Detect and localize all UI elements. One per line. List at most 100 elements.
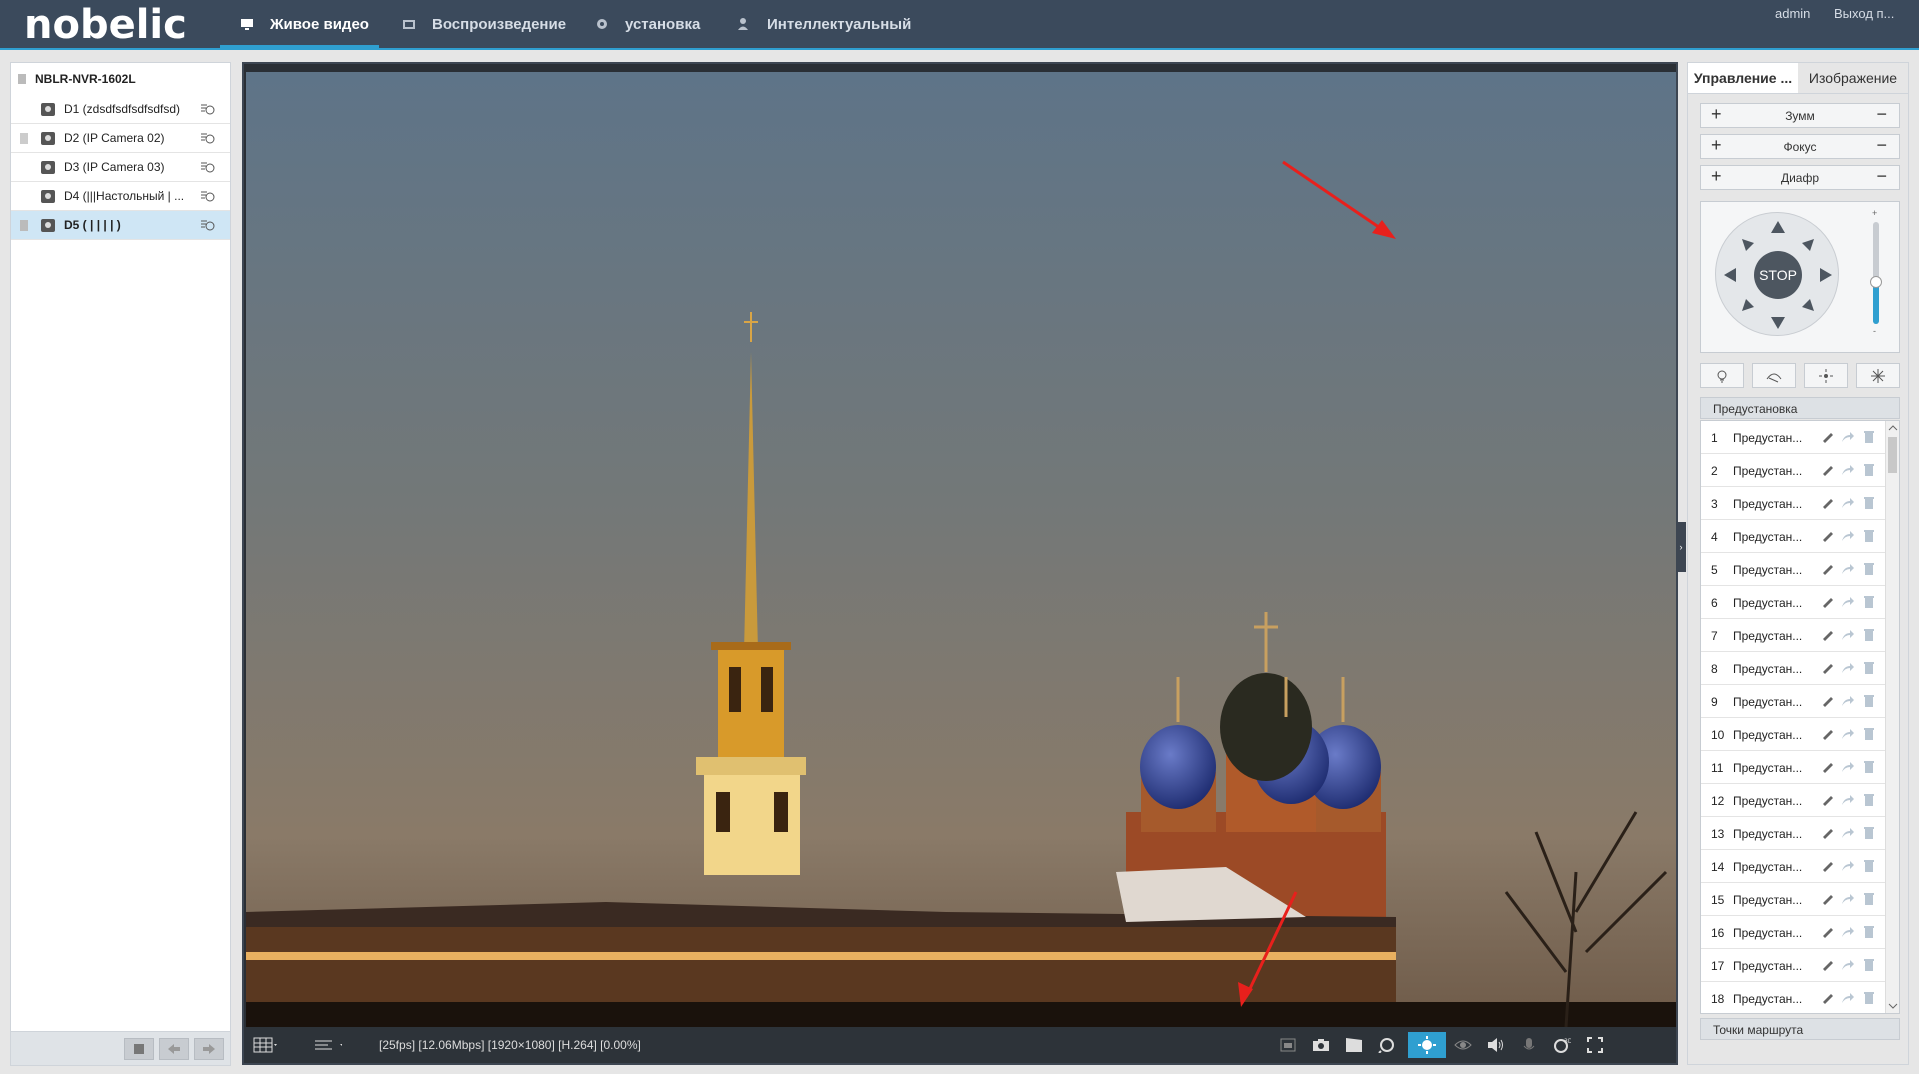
trash-icon[interactable] — [1863, 463, 1875, 476]
light-button[interactable] — [1700, 363, 1744, 388]
call-preset-icon[interactable] — [1841, 695, 1855, 707]
device-item-d1[interactable]: D1 (zdsdfsdfsdfsdfsd) — [11, 95, 230, 124]
call-preset-icon[interactable] — [1841, 629, 1855, 641]
scroll-down-icon[interactable] — [1886, 1001, 1900, 1011]
call-preset-icon[interactable] — [1841, 893, 1855, 905]
pencil-icon[interactable] — [1821, 695, 1835, 707]
username[interactable]: admin — [1775, 6, 1810, 21]
call-preset-icon[interactable] — [1841, 926, 1855, 938]
digital-zoom-button[interactable] — [1373, 1032, 1401, 1058]
fullscreen-button[interactable] — [1581, 1032, 1609, 1058]
call-preset-icon[interactable] — [1841, 827, 1855, 839]
preset-row[interactable]: 4 Предустан... — [1701, 520, 1899, 553]
pencil-icon[interactable] — [1821, 827, 1835, 839]
pencil-icon[interactable] — [1821, 662, 1835, 674]
preset-row[interactable]: 17 Предустан... — [1701, 949, 1899, 982]
audio-button[interactable] — [1482, 1032, 1510, 1058]
call-preset-icon[interactable] — [1841, 992, 1855, 1004]
zoom-in-button[interactable]: + — [1711, 104, 1722, 125]
collapse-panel-button[interactable]: › — [1676, 522, 1686, 572]
pencil-icon[interactable] — [1821, 860, 1835, 872]
direction-dial[interactable]: STOP — [1715, 212, 1839, 336]
trash-icon[interactable] — [1863, 727, 1875, 740]
trash-icon[interactable] — [1863, 562, 1875, 575]
iris-minus-button[interactable]: − — [1876, 166, 1887, 187]
speed-slider-handle[interactable] — [1870, 276, 1882, 288]
trash-icon[interactable] — [1863, 595, 1875, 608]
trash-icon[interactable] — [1863, 892, 1875, 905]
trash-icon[interactable] — [1863, 430, 1875, 443]
fisheye-button[interactable] — [1449, 1032, 1477, 1058]
pencil-icon[interactable] — [1821, 530, 1835, 542]
record-icon[interactable] — [200, 218, 216, 232]
pencil-icon[interactable] — [1821, 464, 1835, 476]
next-page-button[interactable] — [194, 1038, 224, 1060]
trash-icon[interactable] — [1863, 925, 1875, 938]
scroll-up-icon[interactable] — [1886, 423, 1900, 433]
pencil-icon[interactable] — [1821, 893, 1835, 905]
preset-row[interactable]: 14 Предустан... — [1701, 850, 1899, 883]
device-item-d5[interactable]: D5 ( | | | | ) — [11, 211, 230, 240]
call-preset-icon[interactable] — [1841, 431, 1855, 443]
preset-row[interactable]: 12 Предустан... — [1701, 784, 1899, 817]
preset-row[interactable]: 6 Предустан... — [1701, 586, 1899, 619]
call-preset-icon[interactable] — [1841, 497, 1855, 509]
3d-zoom-button[interactable]: 3D — [1548, 1032, 1576, 1058]
record-clip-button[interactable] — [1340, 1032, 1368, 1058]
trash-icon[interactable] — [1863, 694, 1875, 707]
call-preset-icon[interactable] — [1841, 794, 1855, 806]
preset-scrollbar[interactable] — [1885, 421, 1899, 1013]
record-icon[interactable] — [200, 189, 216, 203]
pencil-icon[interactable] — [1821, 794, 1835, 806]
preset-row[interactable]: 18 Предустан... — [1701, 982, 1899, 1013]
trash-icon[interactable] — [1863, 991, 1875, 1004]
tab-intelligent[interactable]: Интеллектуальный — [737, 0, 911, 48]
trash-icon[interactable] — [1863, 628, 1875, 641]
pencil-icon[interactable] — [1821, 992, 1835, 1004]
call-preset-icon[interactable] — [1841, 464, 1855, 476]
scroll-thumb[interactable] — [1888, 437, 1897, 473]
talk-button[interactable] — [1515, 1032, 1543, 1058]
focus-minus-button[interactable]: − — [1876, 135, 1887, 156]
preset-row[interactable]: 5 Предустан... — [1701, 553, 1899, 586]
preset-row[interactable]: 3 Предустан... — [1701, 487, 1899, 520]
ptz-control-button[interactable] — [1408, 1032, 1446, 1058]
window-mode-button[interactable] — [1274, 1032, 1302, 1058]
call-preset-icon[interactable] — [1841, 662, 1855, 674]
wiper-button[interactable] — [1752, 363, 1796, 388]
call-preset-icon[interactable] — [1841, 596, 1855, 608]
pencil-icon[interactable] — [1821, 728, 1835, 740]
trash-icon[interactable] — [1863, 826, 1875, 839]
logout-link[interactable]: Выход п... — [1834, 6, 1894, 21]
tab-live-video[interactable]: Живое видео — [220, 0, 379, 48]
pencil-icon[interactable] — [1821, 629, 1835, 641]
iris-plus-button[interactable]: + — [1711, 166, 1722, 187]
call-preset-icon[interactable] — [1841, 860, 1855, 872]
preset-row[interactable]: 15 Предустан... — [1701, 883, 1899, 916]
call-preset-icon[interactable] — [1841, 530, 1855, 542]
call-preset-icon[interactable] — [1841, 761, 1855, 773]
speed-slider[interactable] — [1870, 222, 1882, 324]
heater-button[interactable] — [1804, 363, 1848, 388]
record-icon[interactable] — [200, 160, 216, 174]
trash-icon[interactable] — [1863, 793, 1875, 806]
trash-icon[interactable] — [1863, 529, 1875, 542]
trash-icon[interactable] — [1863, 661, 1875, 674]
defog-button[interactable] — [1856, 363, 1900, 388]
tab-control[interactable]: Управление ... — [1688, 63, 1798, 93]
layout-grid-button[interactable] — [252, 1032, 280, 1058]
preset-row[interactable]: 7 Предустан... — [1701, 619, 1899, 652]
record-icon[interactable] — [200, 102, 216, 116]
nvr-root-node[interactable]: NBLR-NVR-1602L — [11, 63, 230, 95]
tab-playback[interactable]: Воспроизведение — [402, 0, 566, 48]
pencil-icon[interactable] — [1821, 563, 1835, 575]
live-video-panel[interactable]: [25fps] [12.06Mbps] [1920×1080] [H.264] … — [242, 62, 1678, 1065]
record-icon[interactable] — [200, 131, 216, 145]
stop-all-button[interactable] — [124, 1038, 154, 1060]
pencil-icon[interactable] — [1821, 497, 1835, 509]
call-preset-icon[interactable] — [1841, 563, 1855, 575]
device-item-d4[interactable]: D4 (|||Настольный | ... — [11, 182, 230, 211]
trash-icon[interactable] — [1863, 958, 1875, 971]
focus-plus-button[interactable]: + — [1711, 135, 1722, 156]
stream-type-button[interactable] — [314, 1032, 342, 1058]
